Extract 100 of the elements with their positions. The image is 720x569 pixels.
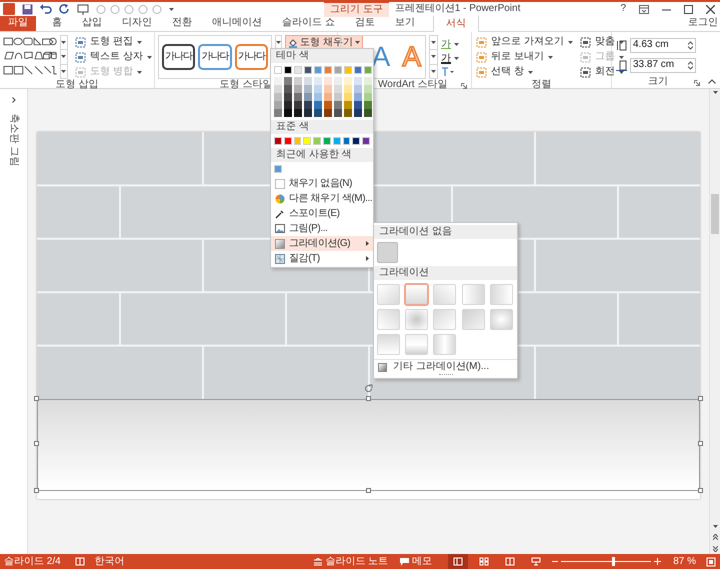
- spell-check-icon[interactable]: [74, 557, 85, 566]
- gradient-swatch[interactable]: [433, 284, 456, 305]
- color-swatch[interactable]: [364, 85, 372, 93]
- previous-slide-icon[interactable]: [712, 534, 718, 540]
- color-swatch[interactable]: [274, 66, 282, 74]
- color-swatch[interactable]: [314, 101, 322, 109]
- color-swatch[interactable]: [274, 165, 282, 173]
- fit-slide-icon[interactable]: [706, 556, 716, 566]
- color-swatch[interactable]: [304, 101, 312, 109]
- zoom-percent[interactable]: 87 %: [673, 556, 696, 568]
- language-label[interactable]: 한국어: [94, 556, 125, 568]
- gradient-swatch[interactable]: [377, 309, 400, 330]
- zoom-thumb[interactable]: [612, 557, 616, 566]
- resize-handle[interactable]: [366, 488, 371, 493]
- color-swatch[interactable]: [344, 93, 352, 101]
- color-swatch[interactable]: [304, 85, 312, 93]
- color-swatch[interactable]: [364, 77, 372, 85]
- color-swatch[interactable]: [354, 101, 362, 109]
- gradient-rectangle[interactable]: [37, 399, 700, 491]
- ribbon-tab[interactable]: 슬라이드 쇼: [272, 15, 345, 31]
- ribbon-tab[interactable]: 홈: [42, 15, 72, 31]
- color-swatch[interactable]: [294, 109, 302, 117]
- color-swatch[interactable]: [324, 66, 332, 74]
- color-swatch[interactable]: [322, 137, 331, 145]
- maximize-icon[interactable]: [684, 4, 693, 14]
- color-swatch[interactable]: [284, 101, 292, 109]
- color-swatch[interactable]: [324, 93, 332, 101]
- resize-grip-icon[interactable]: [438, 374, 452, 378]
- color-swatch[interactable]: [313, 137, 321, 145]
- color-swatch[interactable]: [354, 77, 362, 85]
- resize-handle[interactable]: [698, 396, 703, 401]
- view-button[interactable]: [448, 554, 468, 569]
- spinner-icon[interactable]: [688, 40, 693, 50]
- color-swatch[interactable]: [364, 66, 372, 74]
- ribbon-command[interactable]: 도형 편집: [73, 35, 154, 49]
- color-swatch[interactable]: [342, 137, 350, 145]
- resize-handle[interactable]: [34, 396, 39, 401]
- menu-item[interactable]: 다른 채우기 색(M)...: [271, 191, 373, 206]
- resize-handle[interactable]: [698, 488, 703, 493]
- resize-handle[interactable]: [366, 396, 371, 401]
- resize-handle[interactable]: [34, 441, 39, 446]
- color-swatch[interactable]: [314, 77, 322, 85]
- slideshow-icon[interactable]: [77, 4, 89, 14]
- ribbon-command[interactable]: 맞춤: [578, 35, 626, 49]
- color-swatch[interactable]: [344, 77, 352, 85]
- color-swatch[interactable]: [294, 77, 302, 85]
- color-swatch[interactable]: [364, 93, 372, 101]
- next-slide-icon[interactable]: [712, 546, 718, 552]
- ribbon-command[interactable]: 앞으로 가져오기: [474, 35, 575, 49]
- color-swatch[interactable]: [284, 85, 292, 93]
- color-swatch[interactable]: [354, 85, 362, 93]
- color-swatch[interactable]: [294, 93, 302, 101]
- ribbon-tab[interactable]: 전환: [162, 15, 202, 31]
- gradient-swatch[interactable]: [377, 334, 400, 355]
- color-swatch[interactable]: [294, 85, 302, 93]
- gradient-swatch[interactable]: [462, 284, 485, 305]
- rotate-handle-icon[interactable]: [364, 384, 373, 393]
- color-swatch[interactable]: [334, 77, 342, 85]
- gallery-scroll[interactable]: [429, 35, 438, 79]
- scroll-thumb[interactable]: [711, 194, 719, 234]
- ribbon-tab[interactable]: 서식: [432, 15, 479, 32]
- color-swatch[interactable]: [324, 85, 332, 93]
- color-swatch[interactable]: [274, 77, 282, 85]
- color-swatch[interactable]: [324, 109, 332, 117]
- shape-style-sample[interactable]: 가나다: [162, 44, 196, 70]
- ribbon-command[interactable]: 텍스트 상자: [73, 50, 154, 64]
- help-button[interactable]: ?: [620, 3, 626, 15]
- vertical-scrollbar[interactable]: [709, 89, 720, 554]
- color-swatch[interactable]: [274, 109, 282, 117]
- color-swatch[interactable]: [274, 85, 282, 93]
- gradient-swatch[interactable]: [405, 334, 428, 355]
- color-swatch[interactable]: [334, 93, 342, 101]
- color-swatch[interactable]: [274, 137, 282, 145]
- color-swatch[interactable]: [284, 66, 292, 74]
- menu-item[interactable]: 질감(T): [271, 251, 373, 266]
- color-swatch[interactable]: [274, 101, 282, 109]
- ribbon-command[interactable]: 선택 창: [474, 65, 575, 79]
- dialog-launcher-icon[interactable]: [461, 83, 467, 89]
- size-field[interactable]: 33.87 cm: [630, 58, 696, 73]
- color-swatch[interactable]: [334, 109, 342, 117]
- comments-button[interactable]: 메모: [400, 556, 432, 568]
- gradient-swatch[interactable]: [377, 284, 400, 305]
- spinner-icon[interactable]: [688, 60, 693, 70]
- gradient-swatch[interactable]: [405, 309, 428, 330]
- color-swatch[interactable]: [314, 85, 322, 93]
- color-swatch[interactable]: [362, 137, 370, 145]
- color-swatch[interactable]: [344, 66, 352, 74]
- dialog-launcher-icon[interactable]: [694, 80, 700, 86]
- ribbon-tab[interactable]: 애니메이션: [202, 15, 272, 31]
- menu-item[interactable]: 채우기 없음(N): [271, 176, 373, 191]
- menu-item[interactable]: 기타 그라데이션(M)...: [393, 361, 490, 373]
- color-swatch[interactable]: [284, 137, 292, 145]
- shape-style-sample[interactable]: 가나다: [198, 44, 232, 70]
- ribbon-tab[interactable]: 디자인: [112, 15, 162, 31]
- no-gradient-swatch[interactable]: [377, 242, 398, 263]
- color-swatch[interactable]: [314, 93, 322, 101]
- menu-item[interactable]: 스포이트(E): [271, 206, 373, 221]
- color-swatch[interactable]: [364, 109, 372, 117]
- color-swatch[interactable]: [304, 93, 312, 101]
- color-swatch[interactable]: [344, 109, 352, 117]
